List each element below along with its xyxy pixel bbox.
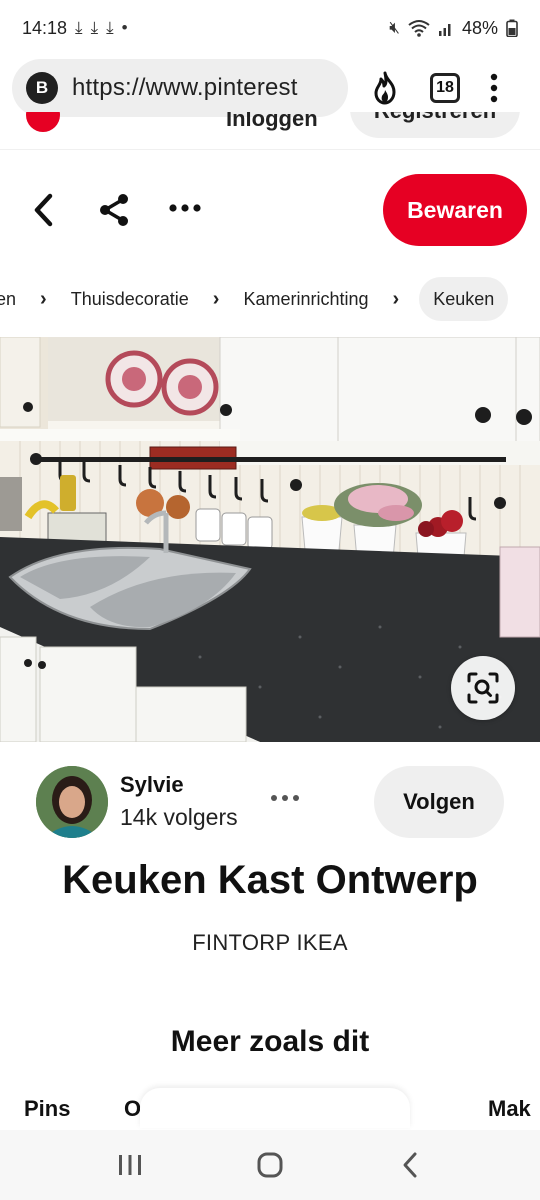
site-header-peek: Inloggen Registreren [0,112,540,150]
back-button[interactable] [26,190,60,230]
breadcrumb-item[interactable]: en [0,277,28,321]
chevron-right-icon: › [392,287,400,310]
breadcrumb-item[interactable]: Keuken [419,277,509,321]
avatar-image [36,766,108,838]
download-icon: ⤓ [75,18,83,37]
lens-search-icon [467,672,499,704]
download-icon: ⤓ [90,18,99,37]
login-link[interactable]: Inloggen [226,112,318,132]
home-icon [257,1152,283,1178]
tab-count-button[interactable]: 18 [430,73,460,103]
overflow-menu-icon[interactable] [490,73,498,103]
pin-description: FINTORP IKEA [192,930,348,955]
pin-title: Keuken Kast Ontwerp [62,858,478,902]
chevron-right-icon: › [40,287,47,310]
more-options-button[interactable] [168,194,204,224]
ellipsis-icon [169,204,201,212]
status-left: 14:18 ⤓ ⤓ ⤓ • [22,18,128,39]
status-right: 🔇︎ 48% [389,18,518,39]
browser-toolbar: B https://www.pinterest 18 [0,56,540,120]
browser-actions: 18 [370,71,498,105]
recent-apps-icon [119,1155,141,1175]
breadcrumb-item[interactable]: Thuisdecoratie [59,277,201,321]
back-nav-button[interactable] [390,1145,430,1185]
download-icon: ⤓ [106,18,114,37]
follow-button[interactable]: Volgen [374,766,504,838]
avatar[interactable] [36,766,108,838]
system-nav-bar [0,1130,540,1200]
status-time: 14:18 [22,17,68,38]
chevron-left-icon [34,193,53,227]
creator-name[interactable]: Sylvie [120,772,184,798]
battery-level: 48% [461,17,498,38]
chevron-right-icon: › [212,287,220,310]
register-label: Registreren [374,112,496,124]
mute-icon: 🔇︎ [389,18,400,37]
site-badge: B [26,72,58,104]
pin-action-bar: Bewaren [0,172,540,248]
follower-count: 14k volgers [120,804,238,830]
register-button[interactable]: Registreren [350,112,520,138]
creator-row: Sylvie 14k volgers Volgen [36,766,516,840]
creator-more-button[interactable] [270,784,300,804]
url-text[interactable]: https://www.pinterest [72,74,298,102]
filter-tab[interactable]: O [124,1096,141,1122]
share-icon [100,194,128,226]
back-arrow-icon [403,1152,417,1178]
breadcrumb-item[interactable]: Kamerinrichting [231,277,380,321]
related-filter-row: Pins O len Mak [0,1088,540,1132]
flame-icon[interactable] [370,71,400,105]
pinterest-logo[interactable] [26,112,60,132]
status-bar: 14:18 ⤓ ⤓ ⤓ • 🔇︎ 48% [0,0,540,56]
home-button[interactable] [250,1145,290,1185]
bottom-sheet-handle [140,1088,410,1128]
recent-apps-button[interactable] [110,1145,150,1185]
signal-icon [438,24,451,36]
more-like-this-heading: Meer zoals dit [170,1025,370,1058]
filter-tab[interactable]: Pins [24,1096,70,1122]
address-bar[interactable]: B https://www.pinterest [12,59,348,117]
save-button[interactable]: Bewaren [383,174,527,246]
visual-search-button[interactable] [451,656,515,720]
breadcrumb: en › Thuisdecoratie › Kamerinrichting › … [0,276,540,322]
battery-icon [506,19,518,37]
filter-tab[interactable]: Mak [488,1096,531,1122]
wifi-icon [408,20,430,37]
dot-icon: • [121,18,128,37]
share-button[interactable] [96,192,132,228]
ellipsis-icon [271,795,299,801]
